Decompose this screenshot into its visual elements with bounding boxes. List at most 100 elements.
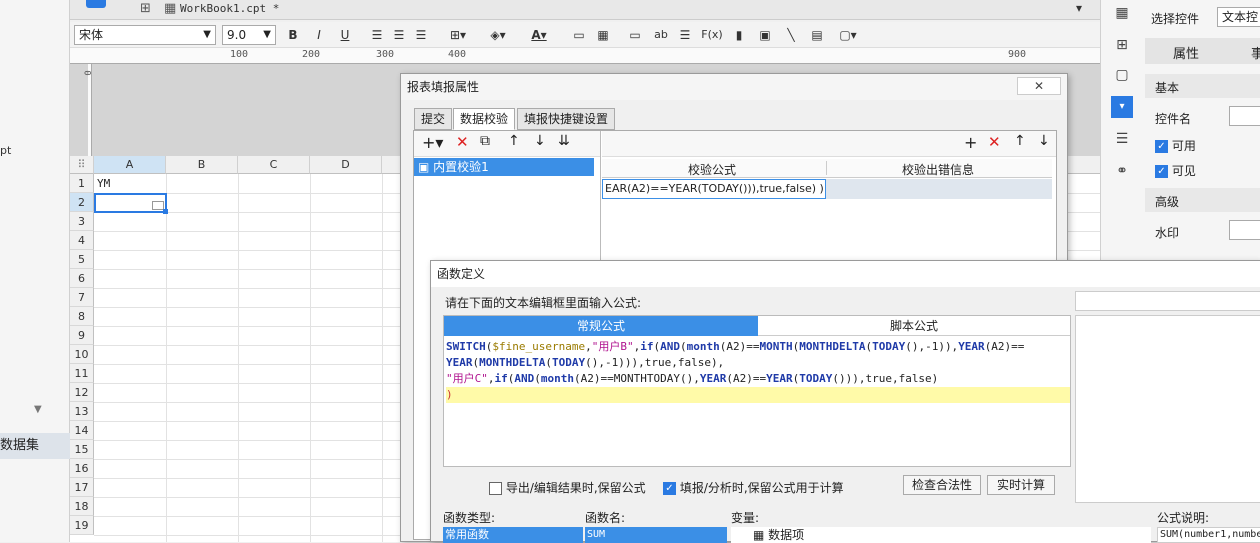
fill-color-icon[interactable]: ◈▾	[484, 25, 512, 45]
font-size-select[interactable]: 9.0 ▼	[222, 25, 276, 45]
validation-list-item[interactable]: ▣ 内置校验1	[414, 158, 594, 176]
fill-handle[interactable]	[163, 209, 168, 214]
formula-cell-input[interactable]: EAR(A2)==YEAR(TODAY())),true,false) )	[602, 179, 826, 199]
underline-button[interactable]: U	[336, 25, 354, 45]
row-header[interactable]: 1	[70, 174, 94, 193]
down-arrow-icon[interactable]: ↓	[534, 133, 546, 149]
row-header[interactable]: 16	[70, 459, 94, 478]
cell-a1[interactable]: YM	[97, 177, 110, 190]
watermark-input[interactable]	[1229, 220, 1260, 240]
up-arrow-icon[interactable]: ↑	[1014, 133, 1026, 149]
dropdown-icon[interactable]	[86, 0, 106, 8]
row-header[interactable]: 19	[70, 516, 94, 535]
column-header[interactable]: B	[166, 156, 238, 174]
formula-code[interactable]: SWITCH($fine_username,"用户B",if(AND(month…	[446, 339, 1070, 403]
text-icon[interactable]: ab	[652, 25, 670, 45]
row-header[interactable]: 2	[70, 193, 94, 212]
rule-row[interactable]: EAR(A2)==YEAR(TODAY())),true,false) )	[602, 179, 1052, 199]
link-icon[interactable]: ⚭	[1111, 160, 1133, 182]
func-type-selected[interactable]: 常用函数	[443, 527, 583, 543]
var-list-item[interactable]: ▦ 数据项	[731, 527, 1151, 543]
column-header[interactable]: C	[238, 156, 310, 174]
row-header[interactable]: 4	[70, 231, 94, 250]
unmerge-icon[interactable]: ▦	[594, 25, 612, 45]
row-header[interactable]: 10	[70, 345, 94, 364]
sort-icon[interactable]: ⇊	[558, 133, 570, 149]
row-header[interactable]: 9	[70, 326, 94, 345]
font-color-icon[interactable]: A▾	[524, 25, 554, 45]
more-icon[interactable]: ▢▾	[834, 25, 862, 45]
check-validity-button[interactable]: 检查合法性	[903, 475, 981, 495]
search-input[interactable]	[1075, 291, 1260, 311]
cell-a2-selected[interactable]	[94, 193, 168, 214]
row-header[interactable]: 3	[70, 212, 94, 231]
tab-attribute[interactable]: 属性	[1173, 43, 1199, 62]
row-header[interactable]: 15	[70, 440, 94, 459]
row-header[interactable]: 6	[70, 269, 94, 288]
row-header[interactable]: 18	[70, 497, 94, 516]
border-icon[interactable]: ⊞▾	[444, 25, 472, 45]
dataset-item[interactable]: 数据集	[0, 433, 70, 459]
up-arrow-icon[interactable]: ↑	[508, 133, 520, 149]
column-header[interactable]: A	[94, 156, 166, 174]
fill-checkbox[interactable]: ✓ 填报/分析时,保留公式用于计算	[663, 479, 844, 496]
row-header[interactable]: 5	[70, 250, 94, 269]
widget-icon[interactable]: ▾	[1111, 96, 1133, 118]
row-header[interactable]: 12	[70, 383, 94, 402]
paragraph-icon[interactable]: ☰	[676, 25, 694, 45]
down-arrow-icon[interactable]: ↓	[1038, 133, 1050, 149]
corner-cell[interactable]: ⠿	[70, 156, 94, 174]
report-dialog-title: 报表填报属性	[407, 80, 480, 94]
tab-normal-formula[interactable]: 常规公式	[444, 316, 758, 336]
delete-icon[interactable]: ✕	[988, 133, 1001, 151]
tab-fill-shortcut[interactable]: 填报快捷键设置	[517, 108, 616, 130]
add-icon[interactable]: +▾	[422, 133, 443, 152]
row-header[interactable]: 11	[70, 364, 94, 383]
formula-icon[interactable]: F(x)	[700, 25, 724, 45]
realtime-calc-button[interactable]: 实时计算	[987, 475, 1055, 495]
slash-icon[interactable]: ╲	[782, 25, 800, 45]
subreport-icon[interactable]: ▤	[808, 25, 826, 45]
add-icon[interactable]: +	[964, 133, 977, 152]
column-header[interactable]: D	[310, 156, 382, 174]
copy-icon[interactable]: ⧉	[480, 133, 490, 149]
frame-icon[interactable]: ▢	[1111, 64, 1133, 86]
align-center-icon[interactable]: ☰	[390, 25, 408, 45]
font-family-select[interactable]: 宋体 ▼	[74, 25, 216, 45]
bold-button[interactable]: B	[284, 25, 302, 45]
cell-attr-icon[interactable]: ▦	[1111, 2, 1133, 24]
chart-icon[interactable]: ▮	[730, 25, 748, 45]
list-icon[interactable]: ☰	[1111, 128, 1133, 150]
tab-script-formula[interactable]: 脚本公式	[758, 316, 1070, 336]
row-header[interactable]: 7	[70, 288, 94, 307]
select-widget-dropdown[interactable]: 文本控	[1217, 7, 1260, 27]
italic-button[interactable]: I	[310, 25, 328, 45]
tab-data-validation[interactable]: 数据校验	[453, 108, 516, 130]
file-tab-label[interactable]: WorkBook1.cpt *	[180, 2, 279, 15]
formula-editor[interactable]: 常规公式 脚本公式 SWITCH($fine_username,"用户B",if…	[443, 315, 1071, 467]
collapse-arrow-icon[interactable]: ▼	[34, 404, 46, 415]
insert-icon[interactable]: ▭	[626, 25, 644, 45]
align-right-icon[interactable]: ☰	[412, 25, 430, 45]
export-checkbox[interactable]: 导出/编辑结果时,保留公式	[489, 479, 646, 496]
visible-checkbox[interactable]: ✓ 可见	[1155, 162, 1196, 179]
row-header[interactable]: 8	[70, 307, 94, 326]
func-name-selected[interactable]: SUM	[585, 527, 727, 543]
row-header[interactable]: 13	[70, 402, 94, 421]
tab-submit[interactable]: 提交	[414, 108, 453, 130]
row-header[interactable]: 17	[70, 478, 94, 497]
formula-prompt: 请在下面的文本编辑框里面输入公式:	[445, 296, 642, 310]
enabled-checkbox[interactable]: ✓ 可用	[1155, 137, 1196, 154]
merge-icon[interactable]: ▭	[570, 25, 588, 45]
image-icon[interactable]: ▣	[756, 25, 774, 45]
row-header[interactable]: 14	[70, 421, 94, 440]
close-icon[interactable]: ✕	[1017, 77, 1061, 95]
delete-icon[interactable]: ✕	[456, 133, 469, 151]
validation-item-icon: ▣	[418, 160, 430, 174]
align-left-icon[interactable]: ☰	[368, 25, 386, 45]
tab-event[interactable]: 事	[1251, 43, 1260, 62]
widget-name-input[interactable]	[1229, 106, 1260, 126]
grid-icon[interactable]: ⊞	[140, 0, 158, 18]
tab-menu-icon[interactable]: ▾	[1076, 1, 1082, 15]
condition-icon[interactable]: ⊞	[1111, 34, 1133, 56]
